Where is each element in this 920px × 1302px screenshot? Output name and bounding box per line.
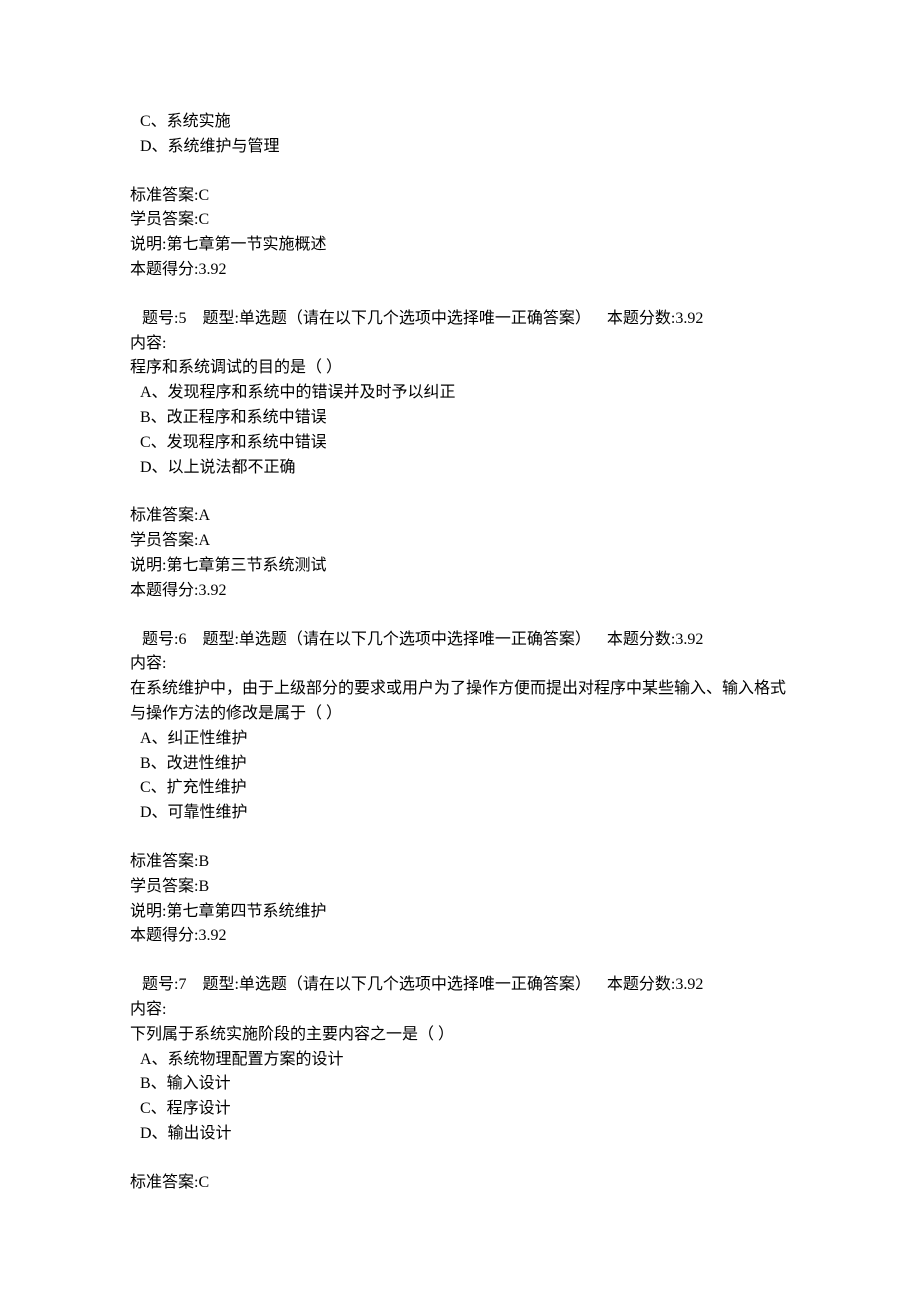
q6-student-answer: 学员答案:B xyxy=(130,875,790,900)
q4-score: 本题得分:3.92 xyxy=(130,258,790,283)
q4-option-c: C、系统实施 xyxy=(130,110,790,135)
q7-standard-answer: 标准答案:C xyxy=(130,1171,790,1196)
q5-option-a: A、发现程序和系统中的错误并及时予以纠正 xyxy=(130,381,790,406)
spacer xyxy=(130,283,790,307)
q6-option-d: D、可靠性维护 xyxy=(130,801,790,826)
q6-explanation: 说明:第七章第四节系统维护 xyxy=(130,900,790,925)
q6-standard-answer: 标准答案:B xyxy=(130,850,790,875)
q4-explanation: 说明:第七章第一节实施概述 xyxy=(130,233,790,258)
q4-option-d: D、系统维护与管理 xyxy=(130,135,790,160)
q6-header: 题号:6 题型:单选题（请在以下几个选项中选择唯一正确答案） 本题分数:3.92 xyxy=(130,628,790,653)
q6-content-label: 内容: xyxy=(130,652,790,677)
q5-explanation: 说明:第七章第三节系统测试 xyxy=(130,554,790,579)
q6-stem: 在系统维护中，由于上级部分的要求或用户为了操作方便而提出对程序中某些输入、输入格… xyxy=(130,677,790,727)
q6-option-c: C、扩充性维护 xyxy=(130,776,790,801)
q7-option-a: A、系统物理配置方案的设计 xyxy=(130,1048,790,1073)
q5-option-b: B、改正程序和系统中错误 xyxy=(130,406,790,431)
spacer xyxy=(130,1147,790,1171)
q4-standard-answer: 标准答案:C xyxy=(130,184,790,209)
q6-score: 本题得分:3.92 xyxy=(130,924,790,949)
q7-option-d: D、输出设计 xyxy=(130,1122,790,1147)
q5-header: 题号:5 题型:单选题（请在以下几个选项中选择唯一正确答案） 本题分数:3.92 xyxy=(130,307,790,332)
spacer xyxy=(130,604,790,628)
spacer xyxy=(130,949,790,973)
q7-option-b: B、输入设计 xyxy=(130,1072,790,1097)
spacer xyxy=(130,826,790,850)
q5-score: 本题得分:3.92 xyxy=(130,579,790,604)
q7-header: 题号:7 题型:单选题（请在以下几个选项中选择唯一正确答案） 本题分数:3.92 xyxy=(130,973,790,998)
q5-option-d: D、以上说法都不正确 xyxy=(130,456,790,481)
q5-stem: 程序和系统调试的目的是（ ） xyxy=(130,356,790,381)
q5-student-answer: 学员答案:A xyxy=(130,529,790,554)
q5-option-c: C、发现程序和系统中错误 xyxy=(130,431,790,456)
q7-stem: 下列属于系统实施阶段的主要内容之一是（ ） xyxy=(130,1023,790,1048)
q5-standard-answer: 标准答案:A xyxy=(130,504,790,529)
q7-content-label: 内容: xyxy=(130,998,790,1023)
q7-option-c: C、程序设计 xyxy=(130,1097,790,1122)
spacer xyxy=(130,160,790,184)
q6-option-a: A、纠正性维护 xyxy=(130,727,790,752)
q4-student-answer: 学员答案:C xyxy=(130,208,790,233)
spacer xyxy=(130,480,790,504)
q5-content-label: 内容: xyxy=(130,332,790,357)
q6-option-b: B、改进性维护 xyxy=(130,752,790,777)
